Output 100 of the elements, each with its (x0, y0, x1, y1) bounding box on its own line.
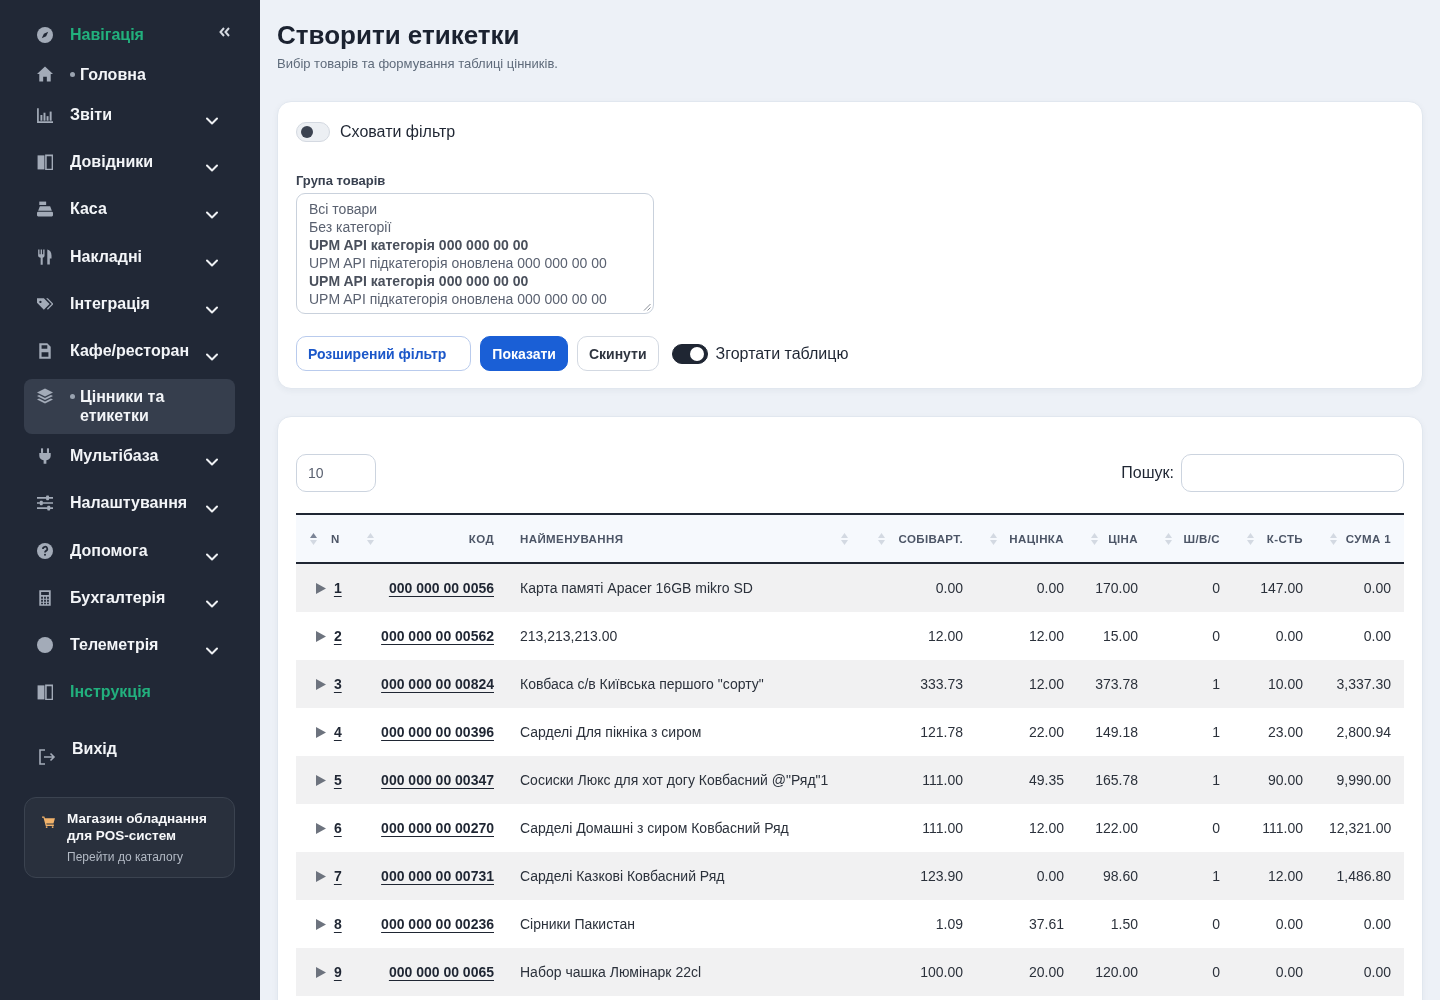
caret-right-icon[interactable] (316, 967, 326, 978)
nav-item[interactable]: Допомога (24, 530, 235, 578)
nav-item[interactable]: Звіти (24, 95, 235, 143)
table-cell: 0.00 (976, 852, 1077, 900)
row-number-link[interactable]: 8 (333, 916, 342, 932)
listbox-option[interactable]: UPM API категорія 000 000 00 00 (309, 236, 641, 254)
column-header[interactable]: СУМА 1 (1316, 514, 1404, 563)
product-code-link[interactable]: 000 000 00 00731 (381, 868, 494, 884)
row-number-link[interactable]: 1 (333, 580, 342, 596)
row-number-link[interactable]: 5 (333, 772, 342, 788)
column-header[interactable]: К-СТЬ (1233, 514, 1316, 563)
switch-toggle[interactable] (671, 343, 708, 364)
product-name-cell: Сарделі Казкові Ковбасний Ряд (507, 852, 864, 900)
caret-right-icon[interactable] (316, 631, 326, 642)
table-cell: 0.00 (1233, 900, 1316, 948)
column-header[interactable]: НАЙМЕНУВАННЯ (507, 514, 864, 563)
double-chevron-left-icon (219, 27, 230, 37)
nav-item[interactable]: Бухгалтерія (24, 577, 235, 625)
table-cell: 20.00 (976, 948, 1077, 996)
product-code-link[interactable]: 000 000 00 00347 (381, 772, 494, 788)
advanced-filter-button[interactable]: Розширений фільтр (296, 336, 472, 371)
table-cell: 1.09 (864, 900, 976, 948)
group-listbox[interactable]: Всі товари Без категорії UPM API категорія 000 000 00 00 UPM API підкатегорія оновлена 000 000 00 00 UPM API категорія 000 000 00 00 UPM API підкатегорія оновлена 000 000 00 00 (296, 193, 654, 314)
listbox-option[interactable]: Без категорії (309, 218, 641, 236)
caret-right-icon[interactable] (316, 775, 326, 786)
table-cell: 0.00 (864, 563, 976, 612)
product-code-link[interactable]: 000 000 00 0065 (388, 964, 494, 980)
promo-card[interactable]: Магазин обладнання для POS-систем Перейти до каталогу (24, 797, 235, 879)
search-label: Пошук: (1121, 464, 1174, 482)
nav-item[interactable]: Телеметрія (24, 624, 235, 673)
nav-item[interactable]: Інструкція (24, 672, 235, 720)
document-icon (37, 342, 53, 359)
table-cell: 12.00 (976, 612, 1077, 660)
sliders-icon (37, 495, 53, 512)
listbox-option[interactable]: Всі товари (309, 200, 641, 218)
table-cell: 0 (1151, 804, 1233, 852)
nav-item[interactable]: Каса (24, 189, 235, 237)
column-header[interactable]: Ш/В/С (1151, 514, 1233, 563)
nav-item[interactable]: Кафе/ресторан (24, 330, 235, 379)
home-icon (37, 66, 53, 82)
listbox-option[interactable]: UPM API категорія 000 000 00 00 (309, 272, 641, 290)
product-name-cell: Сосиски Люкс для хот догу Ковбасний @"Ряд"1 (507, 756, 864, 804)
collapse-sidebar-button[interactable] (219, 27, 230, 37)
nav-item[interactable]: Інтеграція (24, 283, 235, 331)
nav-item[interactable]: Головна (24, 57, 235, 93)
product-code-link[interactable]: 000 000 00 00824 (381, 676, 494, 692)
nav-item[interactable]: Довідники (24, 142, 235, 190)
product-code-link[interactable]: 000 000 00 00396 (381, 724, 494, 740)
product-code-link[interactable]: 000 000 00 00270 (381, 820, 494, 836)
table-cell: 0 (1151, 948, 1233, 996)
row-number-link[interactable]: 4 (333, 724, 342, 740)
product-code-link[interactable]: 000 000 00 0056 (388, 580, 494, 596)
chevron-down-icon (206, 646, 218, 655)
column-header[interactable]: ЦІНА (1077, 514, 1151, 563)
page-length-select[interactable]: 10 (296, 454, 376, 492)
table-cell: 1 (1151, 708, 1233, 756)
table-cell: 0 (1151, 563, 1233, 612)
tags-icon (37, 295, 53, 312)
chevron-down-icon (206, 258, 218, 267)
listbox-option[interactable]: UPM API підкатегорія оновлена 000 000 00 00 (309, 254, 641, 272)
column-header[interactable]: КОД (353, 514, 507, 563)
show-button[interactable]: Показати (480, 336, 568, 371)
product-code-link[interactable]: 000 000 00 00562 (381, 628, 494, 644)
catalog-link[interactable]: Перейти до каталогу (67, 849, 220, 866)
table-cell: 49.35 (976, 756, 1077, 804)
row-number-link[interactable]: 7 (333, 868, 342, 884)
chevron-down-icon (206, 117, 218, 125)
column-header[interactable]: НАЦІНКА (976, 514, 1077, 563)
cash-register-icon (37, 201, 53, 218)
cart-icon (42, 816, 55, 829)
reset-button[interactable]: Скинути (576, 336, 659, 371)
chevron-down-icon (206, 305, 218, 314)
column-header[interactable]: N (296, 514, 353, 563)
table-cell: 0.00 (1316, 612, 1404, 660)
listbox-option[interactable]: UPM API підкатегорія оновлена 000 000 00 00 (309, 290, 641, 308)
nav-item[interactable]: Цінники та етикетки (24, 379, 235, 435)
table-cell: 12.00 (1233, 852, 1316, 900)
caret-right-icon[interactable] (316, 823, 326, 834)
nav-item[interactable]: Накладні (24, 236, 235, 284)
column-header[interactable]: СОБІВАРТ. (864, 514, 976, 563)
row-number-link[interactable]: 3 (333, 676, 342, 692)
chevron-down-icon (206, 458, 218, 467)
caret-right-icon[interactable] (316, 583, 326, 594)
table-cell: 0.00 (1316, 900, 1404, 948)
caret-right-icon[interactable] (316, 727, 326, 738)
caret-right-icon[interactable] (316, 679, 326, 690)
caret-right-icon[interactable] (316, 871, 326, 882)
search-field[interactable] (1181, 454, 1404, 492)
product-name-cell: Сарделі Для пікніка з сиром (507, 708, 864, 756)
switch-label: Сховати фільтр (340, 122, 456, 142)
caret-right-icon[interactable] (316, 919, 326, 930)
row-number-link[interactable]: 2 (333, 628, 342, 644)
nav-item[interactable]: Мультібаза (24, 436, 235, 484)
nav-item[interactable]: Налаштування (24, 483, 235, 531)
nav-item[interactable]: Вихід (24, 719, 235, 780)
table-cell: 0.00 (1316, 948, 1404, 996)
row-number-link[interactable]: 9 (333, 964, 342, 980)
table-cell: 147.00 (1233, 563, 1316, 612)
row-number-link[interactable]: 6 (333, 820, 342, 836)
product-code-link[interactable]: 000 000 00 00236 (381, 916, 494, 932)
